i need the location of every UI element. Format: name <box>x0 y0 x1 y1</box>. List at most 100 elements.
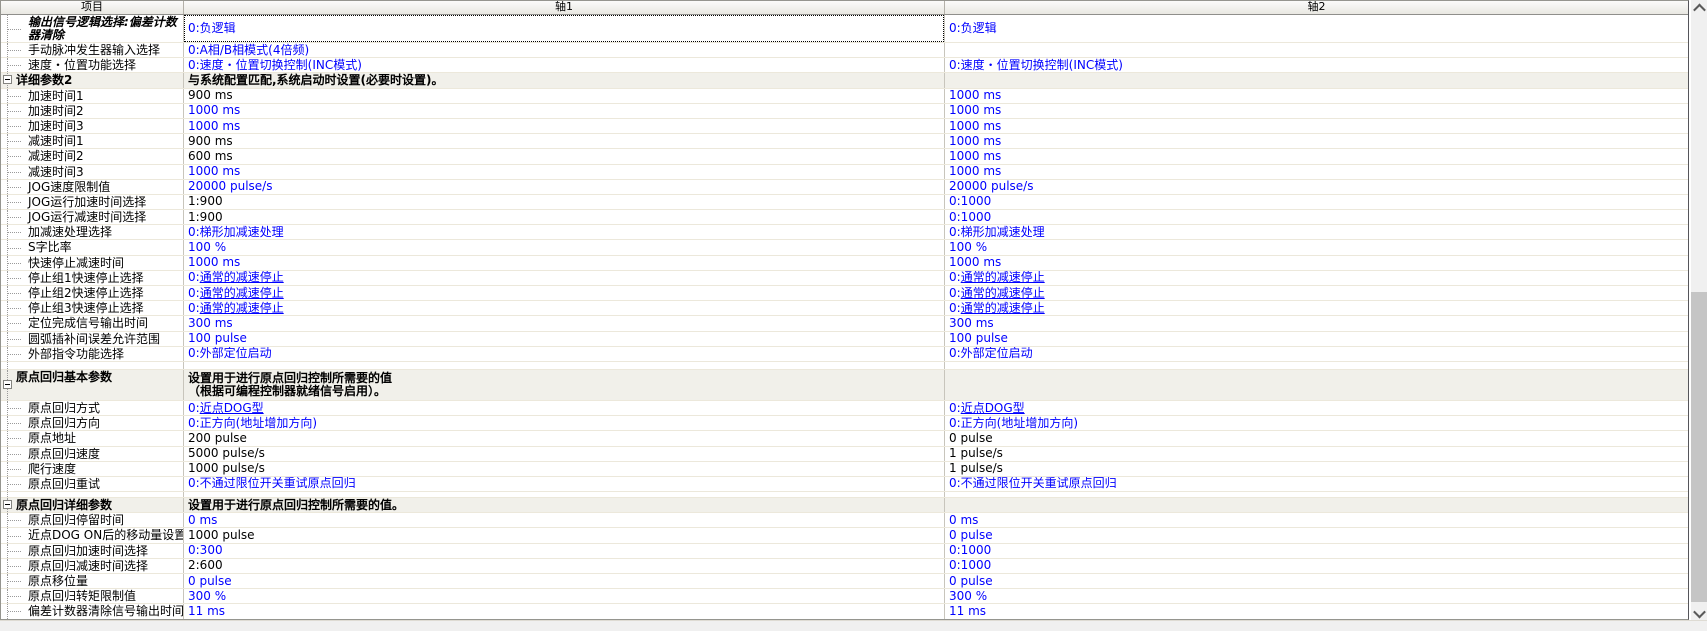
axis1-cell[interactable]: 1000 ms <box>184 165 945 179</box>
axis1-cell[interactable]: 0:不通过限位开关重试原点回归 <box>184 477 945 491</box>
axis1-value: 0:A相/B相模式(4倍频) <box>188 44 309 57</box>
tree-guide-stub <box>8 469 21 470</box>
axis2-cell[interactable]: 0:通常的减速停止 <box>945 271 1688 285</box>
axis1-cell[interactable]: 0:正方向(地址增加方向) <box>184 416 945 430</box>
axis2-cell[interactable]: 100 pulse <box>945 332 1688 346</box>
axis1-value: 1000 ms <box>188 120 240 133</box>
axis1-cell[interactable]: 1000 ms <box>184 119 945 133</box>
axis1-cell[interactable]: 11 ms <box>184 604 945 618</box>
axis1-cell[interactable]: 600 ms <box>184 149 945 163</box>
tree-guide-stub <box>8 308 21 309</box>
table-body: 输出信号逻辑选择:偏差计数器清除0:负逻辑0:负逻辑手动脉冲发生器输入选择0:A… <box>1 15 1688 620</box>
axis2-cell[interactable]: 1 pulse/s <box>945 462 1688 476</box>
spacer-row <box>1 362 1688 370</box>
axis2-cell[interactable]: 0:1000 <box>945 559 1688 573</box>
axis1-cell[interactable]: 1000 ms <box>184 104 945 118</box>
axis2-cell[interactable] <box>945 43 1688 57</box>
axis2-value: 0:梯形加减速处理 <box>949 226 1045 239</box>
tree-guide-stub <box>8 96 21 97</box>
axis2-cell[interactable]: 300 ms <box>945 316 1688 330</box>
axis1-value: 0 ms <box>188 514 217 527</box>
axis2-cell[interactable]: 0:1000 <box>945 195 1688 209</box>
axis1-cell[interactable]: 1:900 <box>184 210 945 224</box>
axis1-cell[interactable]: 2:600 <box>184 559 945 573</box>
collapse-minus-icon[interactable] <box>3 380 12 389</box>
axis1-cell[interactable]: 5000 pulse/s <box>184 447 945 461</box>
axis2-cell[interactable]: 0 pulse <box>945 574 1688 588</box>
axis1-cell[interactable]: 1000 ms <box>184 256 945 270</box>
axis2-cell[interactable]: 1 pulse/s <box>945 447 1688 461</box>
axis1-cell[interactable]: 100 pulse <box>184 332 945 346</box>
tree-guide-stub <box>8 339 21 340</box>
axis2-cell[interactable]: 0:通常的减速停止 <box>945 286 1688 300</box>
axis2-cell[interactable]: 1000 ms <box>945 165 1688 179</box>
axis1-value: 0:近点DOG型 <box>188 402 264 415</box>
item-cell <box>1 492 184 497</box>
axis1-cell[interactable]: 0 ms <box>184 513 945 527</box>
collapse-minus-icon[interactable] <box>3 500 12 509</box>
axis2-cell[interactable]: 1000 ms <box>945 256 1688 270</box>
axis1-cell[interactable]: 200 pulse <box>184 431 945 445</box>
scroll-down-button[interactable] <box>1691 605 1707 621</box>
axis2-cell[interactable]: 0:梯形加减速处理 <box>945 225 1688 239</box>
axis2-cell[interactable]: 0:1000 <box>945 210 1688 224</box>
axis1-cell[interactable]: 0:外部定位启动 <box>184 347 945 361</box>
scrollbar-thumb[interactable] <box>1691 292 1707 602</box>
vertical-scrollbar[interactable] <box>1691 0 1707 621</box>
axis2-cell[interactable]: 0:速度・位置切换控制(INC模式) <box>945 58 1688 72</box>
axis2-cell[interactable]: 100 % <box>945 240 1688 254</box>
axis2-cell[interactable]: 1000 ms <box>945 149 1688 163</box>
axis2-cell[interactable]: 20000 pulse/s <box>945 180 1688 194</box>
axis1-value: 0:外部定位启动 <box>188 347 272 360</box>
item-cell: 加减速处理选择 <box>1 225 184 239</box>
axis1-cell[interactable]: 20000 pulse/s <box>184 180 945 194</box>
table-row: 加速时间1900 ms1000 ms <box>1 89 1688 104</box>
axis1-value: 1:900 <box>188 211 223 224</box>
group-description: 设置用于进行原点回归控制所需要的值。 <box>188 499 404 512</box>
axis1-cell[interactable]: 0:300 <box>184 544 945 558</box>
table-row: 原点回归方式0:近点DOG型0:近点DOG型 <box>1 401 1688 416</box>
axis1-cell[interactable]: 0:通常的减速停止 <box>184 271 945 285</box>
axis1-cell[interactable]: 0:A相/B相模式(4倍频) <box>184 43 945 57</box>
axis1-cell[interactable]: 300 % <box>184 589 945 603</box>
axis2-cell[interactable]: 1000 ms <box>945 89 1688 103</box>
axis2-cell[interactable]: 0 pulse <box>945 431 1688 445</box>
axis2-cell[interactable]: 0:近点DOG型 <box>945 401 1688 415</box>
axis1-cell[interactable]: 900 ms <box>184 134 945 148</box>
table-row: 停止组2快速停止选择0:通常的减速停止0:通常的减速停止 <box>1 286 1688 301</box>
axis1-cell[interactable]: 100 % <box>184 240 945 254</box>
axis2-cell[interactable]: 1000 ms <box>945 104 1688 118</box>
axis2-cell[interactable]: 0:正方向(地址增加方向) <box>945 416 1688 430</box>
axis2-cell[interactable]: 0:负逻辑 <box>945 15 1688 42</box>
axis2-cell[interactable]: 0:1000 <box>945 544 1688 558</box>
axis1-cell[interactable]: 0:负逻辑 <box>184 15 945 42</box>
axis1-cell[interactable]: 0:近点DOG型 <box>184 401 945 415</box>
axis1-cell[interactable]: 300 ms <box>184 316 945 330</box>
axis1-cell[interactable]: 0 pulse <box>184 574 945 588</box>
axis2-value: 1000 ms <box>949 165 1001 178</box>
axis2-cell[interactable]: 11 ms <box>945 604 1688 618</box>
axis1-cell[interactable]: 900 ms <box>184 89 945 103</box>
axis2-cell[interactable]: 1000 ms <box>945 119 1688 133</box>
column-header-item: 项目 <box>1 1 184 14</box>
scroll-up-button[interactable] <box>1691 0 1707 16</box>
axis1-cell[interactable]: 1:900 <box>184 195 945 209</box>
axis2-cell[interactable]: 0:外部定位启动 <box>945 347 1688 361</box>
axis1-cell[interactable]: 0:通常的减速停止 <box>184 286 945 300</box>
axis2-cell[interactable]: 0:通常的减速停止 <box>945 301 1688 315</box>
axis2-cell[interactable]: 0 pulse <box>945 528 1688 542</box>
axis1-cell[interactable]: 0:通常的减速停止 <box>184 301 945 315</box>
axis1-value: 0:通常的减速停止 <box>188 287 284 300</box>
axis1-cell[interactable]: 1000 pulse <box>184 528 945 542</box>
axis2-cell[interactable]: 0 ms <box>945 513 1688 527</box>
item-cell: 加速时间3 <box>1 119 184 133</box>
item-cell: 原点地址 <box>1 431 184 445</box>
axis1-cell[interactable]: 0:速度・位置切换控制(INC模式) <box>184 58 945 72</box>
axis2-cell[interactable]: 0:不通过限位开关重试原点回归 <box>945 477 1688 491</box>
axis2-cell <box>945 492 1688 497</box>
axis2-cell[interactable]: 1000 ms <box>945 134 1688 148</box>
collapse-minus-icon[interactable] <box>3 75 12 84</box>
axis2-cell[interactable]: 300 % <box>945 589 1688 603</box>
axis1-cell[interactable]: 1000 pulse/s <box>184 462 945 476</box>
axis1-cell[interactable]: 0:梯形加减速处理 <box>184 225 945 239</box>
